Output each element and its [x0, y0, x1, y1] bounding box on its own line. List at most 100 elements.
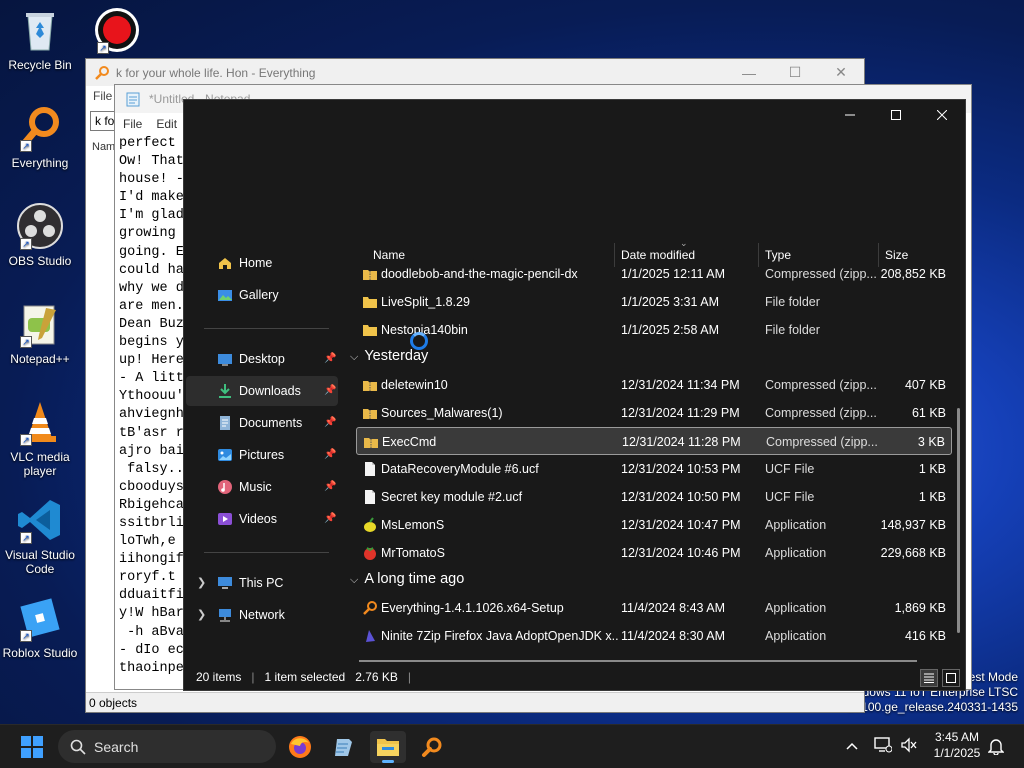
- desktop-icon-label: OBS Studio: [8, 254, 72, 268]
- nav-item-music[interactable]: Music 📌: [186, 472, 338, 502]
- file-date: 1/1/2025 12:11 AM: [621, 267, 726, 281]
- desktop-icon-vscode[interactable]: ↗ Visual Studio Code: [0, 496, 80, 576]
- taskbar-clock[interactable]: 3:45 AM 1/1/2025: [922, 729, 992, 761]
- desktop-icon-obs[interactable]: ↗ OBS Studio: [0, 202, 80, 268]
- file-row[interactable]: LiveSplit_1.8.29 1/1/2025 3:31 AM File f…: [356, 288, 952, 316]
- nav-item-this-pc[interactable]: ❯ This PC: [186, 568, 338, 598]
- notepad-icon: [335, 739, 352, 756]
- file-row[interactable]: Sources_Malwares(1) 12/31/2024 11:29 PM …: [356, 399, 952, 427]
- group-header-yesterday[interactable]: ⌵ Yesterday: [350, 348, 428, 364]
- network-status-button[interactable]: [874, 737, 893, 756]
- volume-muted-button[interactable]: [900, 737, 918, 756]
- nav-label: Videos: [239, 512, 277, 526]
- minimize-button[interactable]: [827, 100, 873, 130]
- desktop-icon-roblox-studio[interactable]: ↗ Roblox Studio: [0, 594, 80, 660]
- file-date: 12/31/2024 10:46 PM: [621, 546, 741, 560]
- file-date: 1/1/2025 2:58 AM: [621, 323, 719, 337]
- pin-icon[interactable]: 📌: [324, 353, 336, 365]
- file-row[interactable]: MrTomatoS 12/31/2024 10:46 PM Applicatio…: [356, 539, 952, 567]
- folder-icon: [363, 325, 377, 336]
- file-row[interactable]: deletewin10 12/31/2024 11:34 PM Compress…: [356, 371, 952, 399]
- horizontal-scrollbar[interactable]: [359, 660, 917, 662]
- nav-item-documents[interactable]: Documents 📌: [186, 408, 338, 438]
- selected-count: 1 item selected: [264, 670, 346, 684]
- maximize-button[interactable]: [873, 100, 919, 130]
- minimize-button[interactable]: —: [726, 59, 772, 86]
- column-header-name[interactable]: Nam: [92, 141, 115, 153]
- file-row[interactable]: MsLemonS 12/31/2024 10:47 PM Application…: [356, 511, 952, 539]
- nav-item-videos[interactable]: Videos 📌: [186, 504, 338, 534]
- file-row[interactable]: Ninite 7Zip Firefox Java AdoptOpenJDK x.…: [356, 622, 952, 650]
- file-name: LiveSplit_1.8.29: [381, 295, 470, 309]
- shortcut-arrow-icon: ↗: [20, 238, 32, 250]
- pin-icon[interactable]: 📌: [324, 481, 336, 493]
- explorer-caption-buttons: [827, 100, 965, 130]
- file-row-selected[interactable]: ExecCmd 12/31/2024 11:28 PM Compressed (…: [356, 427, 952, 455]
- chevron-right-icon[interactable]: ❯: [197, 608, 206, 621]
- close-button[interactable]: ✕: [818, 59, 864, 86]
- desktop-icon-record[interactable]: ↗: [77, 6, 157, 58]
- nav-item-home[interactable]: Home: [186, 248, 338, 278]
- desktop-icon-notepadpp[interactable]: ↗ Notepad++: [0, 300, 80, 366]
- vertical-scrollbar[interactable]: [957, 408, 960, 633]
- file-row[interactable]: DataRecoveryModule #6.ucf 12/31/2024 10:…: [356, 455, 952, 483]
- notepad-text-area[interactable]: perfect Ow! That house! - I'd make I'm g…: [119, 135, 183, 691]
- desktop-icon-vlc[interactable]: ↗ VLC media player: [0, 398, 80, 478]
- desktop-icon-everything[interactable]: ↗ Everything: [0, 104, 80, 170]
- chevron-right-icon[interactable]: ❯: [197, 576, 206, 589]
- nav-item-gallery[interactable]: Gallery: [186, 280, 338, 310]
- nav-item-desktop[interactable]: Desktop 📌: [186, 344, 338, 374]
- desktop-icon-recycle-bin[interactable]: Recycle Bin: [0, 6, 80, 72]
- document-icon: [220, 416, 230, 430]
- menu-file[interactable]: File: [123, 117, 142, 131]
- nav-label: Music: [239, 480, 272, 494]
- nav-label: Pictures: [239, 448, 285, 462]
- file-row[interactable]: doodlebob-and-the-magic-pencil-dx 1/1/20…: [356, 260, 952, 288]
- pictures-icon: [218, 449, 232, 461]
- file-date: 12/31/2024 11:28 PM: [622, 435, 741, 449]
- menu-edit[interactable]: Edit: [156, 117, 177, 131]
- nav-divider: [204, 552, 329, 553]
- desktop-icon-label: VLC media player: [10, 450, 70, 478]
- file-row[interactable]: Secret key module #2.ucf 12/31/2024 10:5…: [356, 483, 952, 511]
- notepad-icon: [126, 92, 140, 107]
- nav-item-downloads[interactable]: Downloads 📌: [186, 376, 338, 406]
- taskbar-file-explorer[interactable]: [370, 731, 406, 763]
- file-explorer-window[interactable]: Home Gallery Desktop 📌 Downloads 📌 Docum…: [183, 99, 966, 691]
- start-button[interactable]: [14, 731, 50, 763]
- home-icon: [219, 258, 231, 269]
- taskbar-everything[interactable]: [414, 731, 450, 763]
- roblox-studio-icon: ↗: [16, 594, 64, 642]
- show-hidden-icons-button[interactable]: [842, 737, 862, 757]
- nav-item-pictures[interactable]: Pictures 📌: [186, 440, 338, 470]
- file-row[interactable]: Everything-1.4.1.1026.x64-Setup 11/4/202…: [356, 594, 952, 622]
- details-view-button[interactable]: [920, 669, 938, 687]
- status-bar: 0 objects: [86, 692, 864, 712]
- file-type: Application: [765, 601, 827, 615]
- taskbar-firefox[interactable]: [282, 731, 318, 763]
- clock-date: 1/1/2025: [933, 746, 981, 760]
- maximize-button[interactable]: ☐: [772, 59, 818, 86]
- desktop-folder-icon: [218, 354, 232, 366]
- nav-item-network[interactable]: ❯ Network: [186, 600, 338, 630]
- search-icon: [70, 739, 86, 755]
- notifications-button[interactable]: [987, 737, 1005, 758]
- pin-icon[interactable]: 📌: [324, 417, 336, 429]
- window-title: k for your whole life. Hon - Everything: [116, 65, 316, 80]
- pin-icon[interactable]: 📌: [324, 449, 336, 461]
- chevron-down-icon: ⌵: [350, 574, 359, 586]
- sort-chevron-icon: ⌄: [680, 243, 688, 248]
- file-type: UCF File: [765, 462, 815, 476]
- pin-icon[interactable]: 📌: [324, 385, 336, 397]
- close-button[interactable]: [919, 100, 965, 130]
- file-name: MsLemonS: [381, 518, 445, 532]
- file-date: 12/31/2024 10:50 PM: [621, 490, 741, 504]
- file-row[interactable]: Nestopia140bin 1/1/2025 2:58 AM File fol…: [356, 316, 952, 344]
- taskbar-search[interactable]: Search: [58, 730, 276, 763]
- pin-icon[interactable]: 📌: [324, 513, 336, 525]
- taskbar-notepad[interactable]: [326, 731, 362, 763]
- shortcut-arrow-icon: ↗: [20, 434, 32, 446]
- tiles-view-button[interactable]: [942, 669, 960, 687]
- file-name: ExecCmd: [382, 435, 437, 449]
- group-header-long-time-ago[interactable]: ⌵ A long time ago: [350, 571, 464, 587]
